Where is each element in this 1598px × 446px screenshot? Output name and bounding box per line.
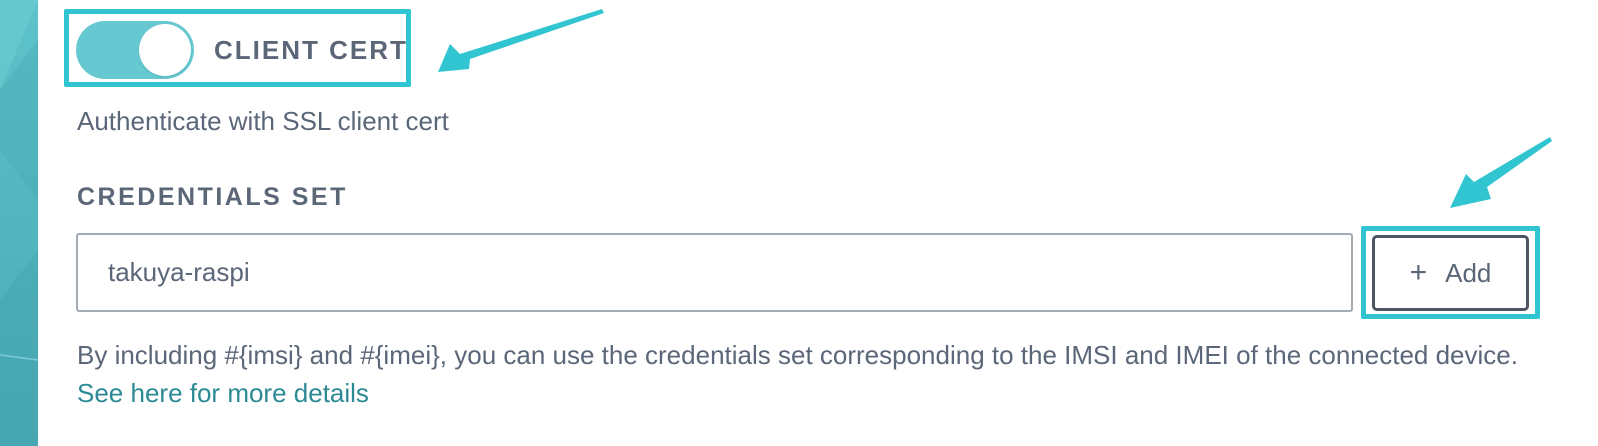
credentials-set-title: CREDENTIALS SET xyxy=(77,183,348,211)
sidebar-pattern xyxy=(0,0,38,446)
client-cert-toggle[interactable] xyxy=(76,21,194,79)
sidebar-strip xyxy=(0,0,38,446)
help-text-body: By including #{imsi} and #{imei}, you ca… xyxy=(77,340,1518,370)
more-details-link[interactable]: See here for more details xyxy=(77,378,369,408)
credentials-set-input[interactable] xyxy=(76,233,1353,312)
add-button-label: Add xyxy=(1445,257,1492,288)
add-credentials-button[interactable]: + Add xyxy=(1372,235,1529,311)
toggle-knob xyxy=(139,24,191,76)
client-cert-description: Authenticate with SSL client cert xyxy=(77,106,449,136)
credentials-help-text: By including #{imsi} and #{imei}, you ca… xyxy=(77,336,1557,412)
client-cert-label: CLIENT CERT xyxy=(214,35,408,65)
plus-icon: + xyxy=(1409,256,1428,289)
